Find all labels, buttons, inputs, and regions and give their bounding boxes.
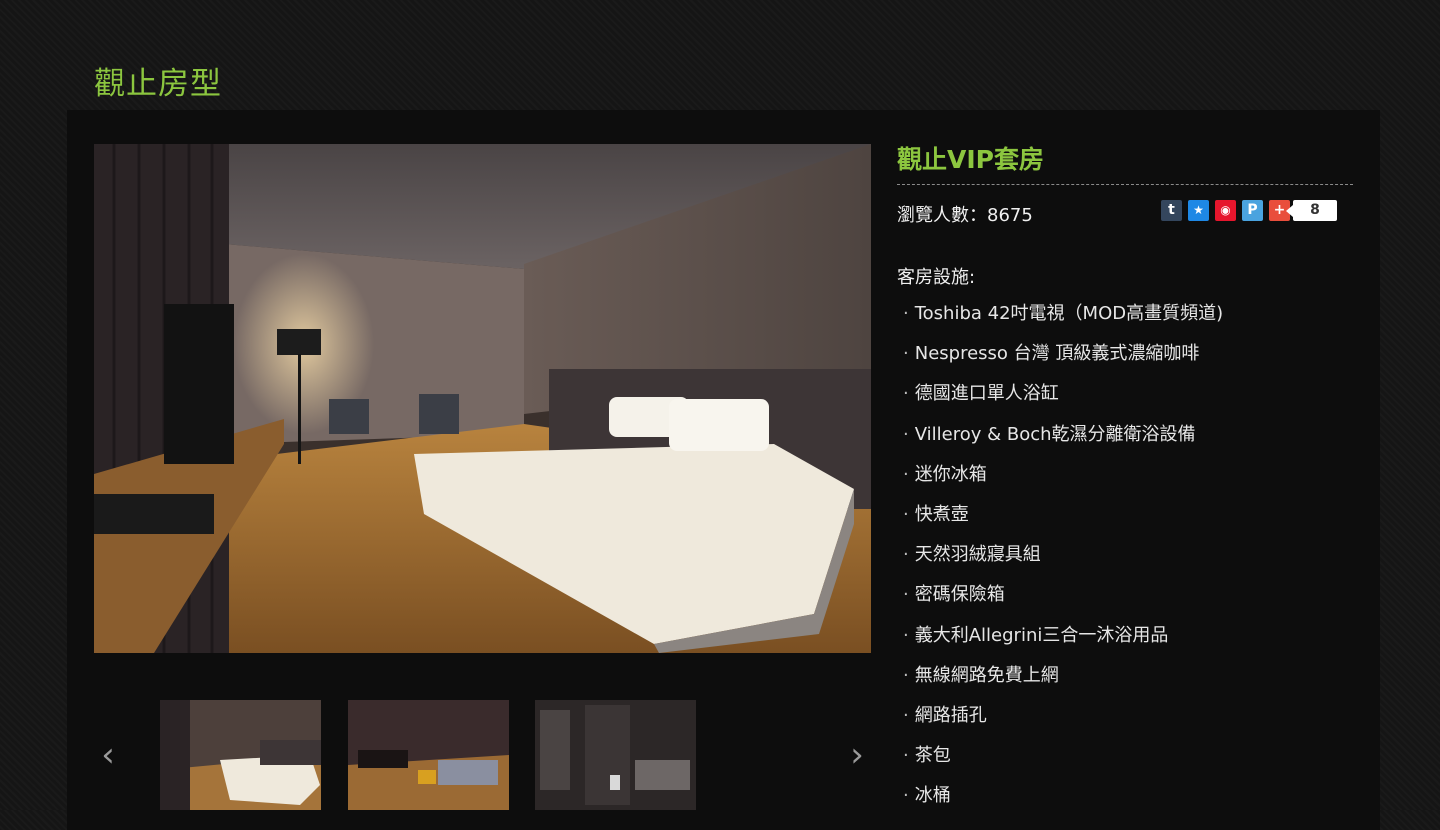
room-main-photo xyxy=(94,144,871,653)
favorite-star-icon[interactable]: ★ xyxy=(1188,200,1209,221)
facility-item: · Toshiba 42吋電視（MOD高畫質頻道) xyxy=(903,303,1224,324)
facility-item: · Villeroy & Boch乾濕分離衛浴設備 xyxy=(903,423,1196,445)
gallery-thumbnail[interactable] xyxy=(535,700,696,810)
facility-item: · 無線網路免費上網 xyxy=(903,664,1059,686)
gallery-thumbnail[interactable] xyxy=(160,700,321,810)
room-name: 觀止VIP套房 xyxy=(897,145,1044,174)
facilities-heading: 客房設施: xyxy=(897,267,976,288)
gallery-thumbnail[interactable] xyxy=(348,700,509,810)
title-divider xyxy=(897,184,1353,185)
facility-item: · 茶包 xyxy=(903,745,951,767)
facility-item: · 天然羽絨寢具組 xyxy=(903,544,1041,566)
facility-item: · 迷你冰箱 xyxy=(903,463,987,485)
share-count: 8 xyxy=(1286,200,1337,221)
view-count: 瀏覽人數：8675 xyxy=(897,205,1033,226)
gallery-next-button[interactable]: › xyxy=(842,735,872,775)
facility-item: · 德國進口單人浴缸 xyxy=(903,383,1059,405)
facility-item: · Nespresso 台灣 頂級義式濃縮咖啡 xyxy=(903,343,1200,365)
facilities-list: · Toshiba 42吋電視（MOD高畫質頻道) · Nespresso 台灣 頂… xyxy=(903,300,1223,822)
weibo-icon[interactable]: ◉ xyxy=(1215,200,1236,221)
facility-item: · 義大利Allegrini三合一沐浴用品 xyxy=(903,624,1169,646)
facility-item: · 快煮壺 xyxy=(903,503,969,525)
plurk-icon[interactable]: P xyxy=(1242,200,1263,221)
page-title: 觀止房型 xyxy=(94,66,222,102)
gallery-prev-button[interactable]: ‹ xyxy=(93,735,123,775)
facility-item: · 冰桶 xyxy=(903,785,951,807)
facility-item: · 密碼保險箱 xyxy=(903,584,1005,606)
tumblr-icon[interactable]: t xyxy=(1161,200,1182,221)
facility-item: · 網路插孔 xyxy=(903,704,987,726)
